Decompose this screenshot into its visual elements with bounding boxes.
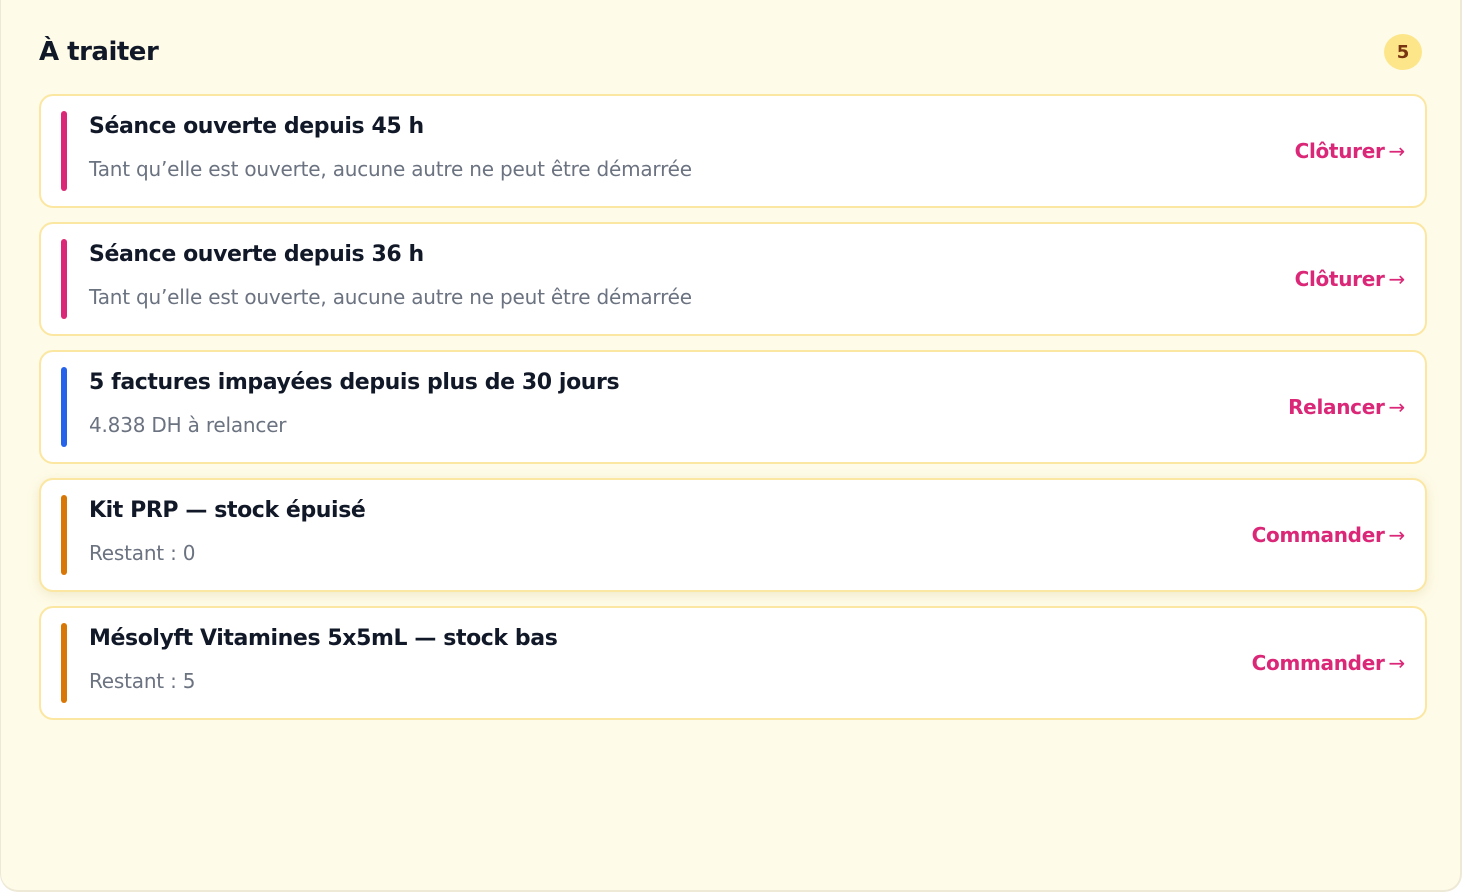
count-badge: 5 (1384, 34, 1422, 70)
item-subtitle: Tant qu’elle est ouverte, aucune autre n… (89, 157, 692, 181)
remind-button[interactable]: Relancer → (1288, 395, 1405, 419)
order-button[interactable]: Commander → (1251, 523, 1406, 547)
item-title: Séance ouverte depuis 45 h (89, 114, 424, 139)
action-label: Commander (1251, 523, 1385, 547)
todo-item-kit-prp[interactable]: Kit PRP — stock épuisé Restant : 0 Comma… (39, 478, 1427, 592)
panel-header: À traiter 5 (39, 30, 1422, 74)
arrow-right-icon: → (1388, 523, 1406, 547)
action-label: Clôturer (1294, 267, 1385, 291)
item-title: Mésolyft Vitamines 5x5mL — stock bas (89, 626, 558, 651)
todo-panel: À traiter 5 Séance ouverte depuis 45 h T… (0, 0, 1462, 892)
arrow-right-icon: → (1388, 395, 1406, 419)
action-label: Commander (1251, 651, 1385, 675)
accent-bar (61, 239, 67, 319)
todo-item-unpaid-invoices[interactable]: 5 factures impayées depuis plus de 30 jo… (39, 350, 1427, 464)
todo-item-session-45h[interactable]: Séance ouverte depuis 45 h Tant qu’elle … (39, 94, 1427, 208)
arrow-right-icon: → (1388, 267, 1406, 291)
accent-bar (61, 367, 67, 447)
arrow-right-icon: → (1388, 139, 1406, 163)
action-label: Clôturer (1294, 139, 1385, 163)
item-subtitle: Restant : 5 (89, 669, 196, 693)
close-session-button[interactable]: Clôturer → (1294, 267, 1406, 291)
item-subtitle: Tant qu’elle est ouverte, aucune autre n… (89, 285, 692, 309)
arrow-right-icon: → (1388, 651, 1406, 675)
item-subtitle: 4.838 DH à relancer (89, 413, 287, 437)
item-subtitle: Restant : 0 (89, 541, 196, 565)
todo-item-session-36h[interactable]: Séance ouverte depuis 36 h Tant qu’elle … (39, 222, 1427, 336)
item-title: 5 factures impayées depuis plus de 30 jo… (89, 370, 620, 395)
action-label: Relancer (1288, 395, 1385, 419)
close-session-button[interactable]: Clôturer → (1294, 139, 1406, 163)
accent-bar (61, 495, 67, 575)
item-title: Séance ouverte depuis 36 h (89, 242, 424, 267)
accent-bar (61, 623, 67, 703)
item-title: Kit PRP — stock épuisé (89, 498, 366, 523)
panel-title: À traiter (39, 37, 159, 67)
todo-item-mesolyft[interactable]: Mésolyft Vitamines 5x5mL — stock bas Res… (39, 606, 1427, 720)
todo-list: Séance ouverte depuis 45 h Tant qu’elle … (39, 94, 1427, 734)
order-button[interactable]: Commander → (1251, 651, 1406, 675)
accent-bar (61, 111, 67, 191)
